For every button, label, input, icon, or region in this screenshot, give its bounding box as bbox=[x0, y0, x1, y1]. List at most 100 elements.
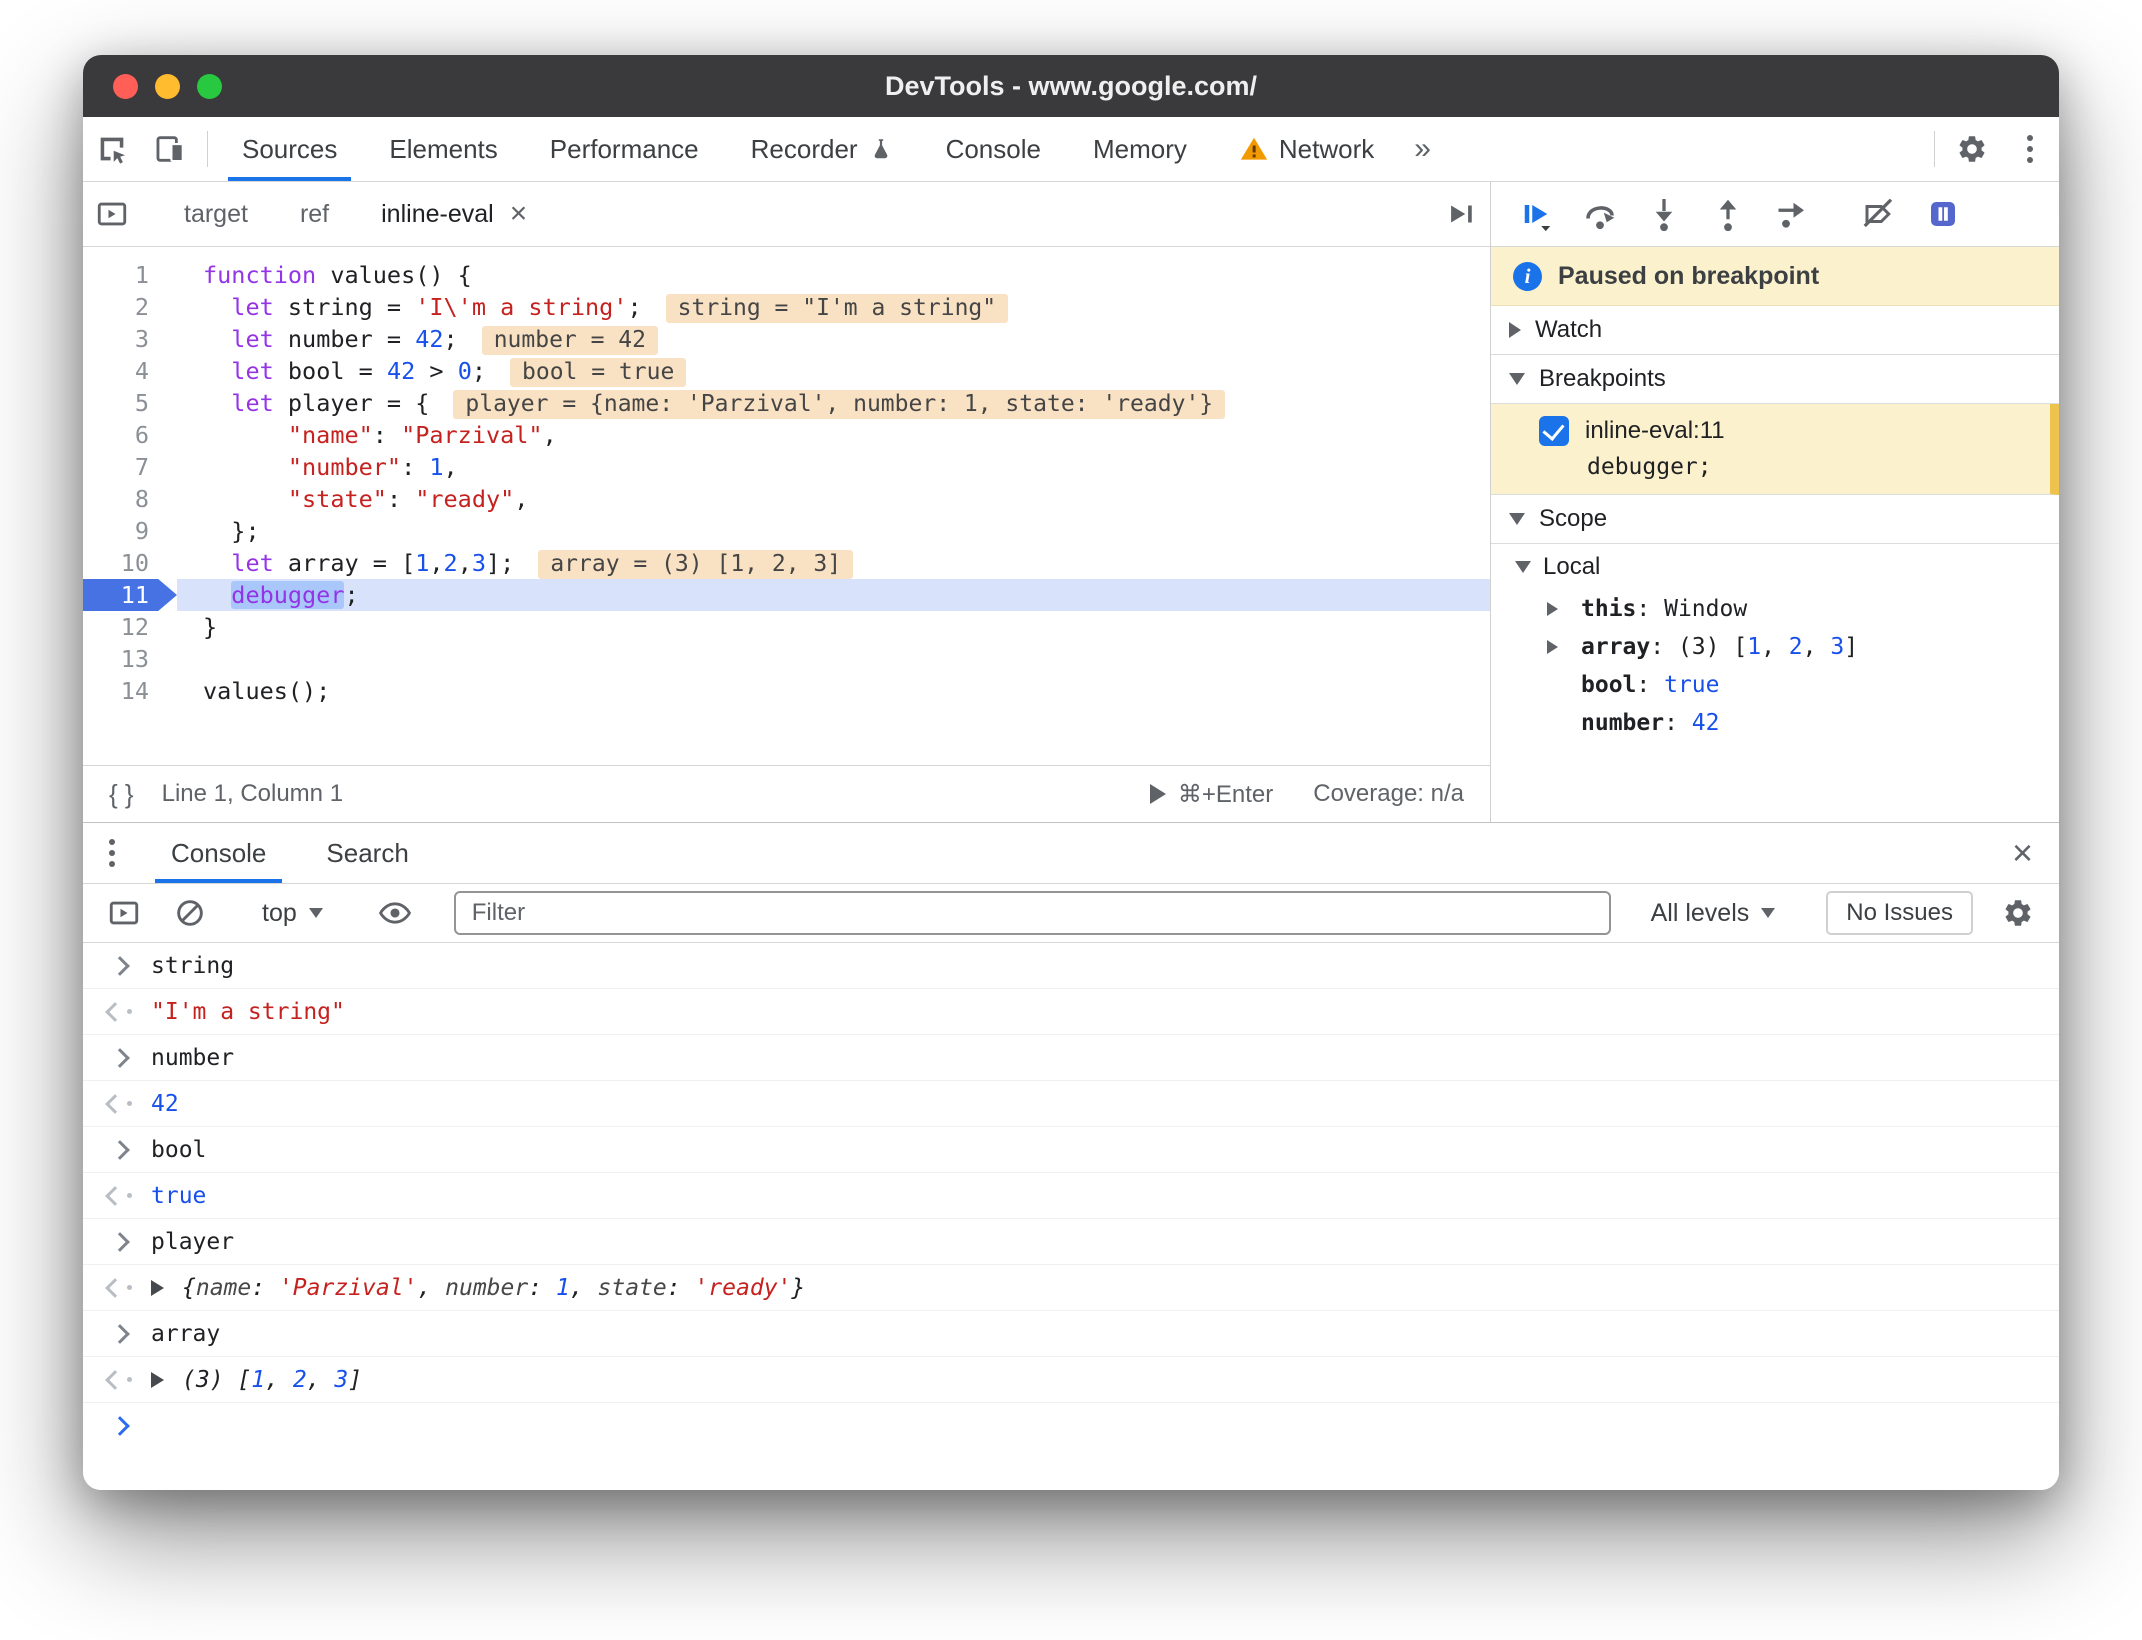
line-number[interactable]: 8 bbox=[83, 483, 177, 515]
console-command: string bbox=[83, 943, 2059, 989]
issues-counter[interactable]: No Issues bbox=[1826, 891, 1973, 935]
inline-eval-widget: string = "I'm a string" bbox=[665, 294, 1009, 323]
more-options-icon[interactable] bbox=[2001, 117, 2059, 181]
code-line[interactable]: 13 bbox=[83, 643, 1490, 675]
tab-sources[interactable]: Sources bbox=[228, 117, 352, 181]
execution-context-selector[interactable]: top bbox=[252, 899, 333, 928]
code-line[interactable]: 4 let bool = 42 > 0; bool = true bbox=[83, 355, 1490, 387]
drawer-menu-icon[interactable] bbox=[83, 839, 141, 867]
tab-sources-label: Sources bbox=[242, 133, 338, 164]
format-braces-icon[interactable]: { } bbox=[109, 779, 134, 810]
console-result-array: (3) [1, 2, 3] bbox=[83, 1357, 2059, 1403]
inspect-element-icon[interactable] bbox=[83, 117, 141, 181]
code-line-paused[interactable]: 11 debugger; bbox=[83, 579, 1490, 611]
drawer-tab-search[interactable]: Search bbox=[310, 823, 424, 883]
code-line[interactable]: 3 let number = 42; number = 42 bbox=[83, 323, 1490, 355]
device-toolbar-icon[interactable] bbox=[141, 117, 199, 181]
scope-entry-this[interactable]: this: Window bbox=[1491, 590, 2059, 628]
code-line[interactable]: 6 "name": "Parzival", bbox=[83, 419, 1490, 451]
code-line[interactable]: 8 "state": "ready", bbox=[83, 483, 1490, 515]
line-number[interactable]: 1 bbox=[83, 259, 177, 291]
breakpoint-checkbox[interactable] bbox=[1539, 416, 1569, 446]
scope-section-header[interactable]: Scope bbox=[1491, 495, 2059, 544]
run-shortcut: ⌘+Enter bbox=[1149, 780, 1273, 809]
pause-on-exceptions-icon[interactable] bbox=[1914, 188, 1972, 240]
tab-memory[interactable]: Memory bbox=[1079, 117, 1201, 181]
deactivate-breakpoints-icon[interactable] bbox=[1850, 188, 1908, 240]
editor-pane: target ref inline-eval × 1function value… bbox=[83, 182, 1490, 822]
expand-icon[interactable] bbox=[1547, 640, 1558, 654]
filter-input[interactable] bbox=[453, 891, 1611, 935]
resume-script-icon[interactable] bbox=[1507, 188, 1565, 240]
drawer-tab-console-label: Console bbox=[171, 837, 267, 868]
tab-performance[interactable]: Performance bbox=[536, 117, 713, 181]
code-line[interactable]: 14 values(); bbox=[83, 675, 1490, 707]
scope-local-header[interactable]: Local bbox=[1491, 544, 2059, 590]
code-editor[interactable]: 1 function values() { 2 let string = 'I\'… bbox=[83, 247, 1490, 765]
close-drawer-icon[interactable]: × bbox=[2012, 832, 2033, 874]
tab-network[interactable]: Network bbox=[1225, 117, 1388, 181]
breakpoint-entry[interactable]: inline-eval:11 debugger; bbox=[1491, 404, 2059, 495]
line-number[interactable]: 5 bbox=[83, 387, 177, 419]
expand-object-icon[interactable] bbox=[151, 1279, 164, 1296]
live-expression-eye-icon[interactable] bbox=[366, 896, 424, 930]
tab-recorder[interactable]: Recorder bbox=[737, 117, 908, 181]
editor-status-bar: { } Line 1, Column 1 ⌘+Enter Coverage: n… bbox=[83, 765, 1490, 822]
minimize-window-button[interactable] bbox=[155, 73, 180, 99]
line-number[interactable]: 10 bbox=[83, 547, 177, 579]
line-number[interactable]: 6 bbox=[83, 419, 177, 451]
main-toolbar: Sources Elements Performance Recorder Co… bbox=[83, 117, 2059, 182]
log-levels-selector[interactable]: All levels bbox=[1641, 899, 1786, 928]
tab-elements[interactable]: Elements bbox=[375, 117, 511, 181]
tab-performance-label: Performance bbox=[549, 133, 699, 164]
breakpoint-location[interactable]: inline-eval:11 bbox=[1585, 417, 1725, 445]
expand-icon[interactable] bbox=[1547, 602, 1558, 616]
watch-section-header[interactable]: Watch bbox=[1491, 306, 2059, 355]
line-number[interactable]: 2 bbox=[83, 291, 177, 323]
code-line[interactable]: 10 let array = [1,2,3]; array = (3) [1, 2… bbox=[83, 547, 1490, 579]
file-tab-label: inline-eval bbox=[381, 199, 494, 228]
run-icon bbox=[1149, 784, 1166, 804]
sources-panel: target ref inline-eval × 1function value… bbox=[83, 182, 2059, 822]
clear-console-icon[interactable] bbox=[161, 897, 219, 929]
code-line[interactable]: 5 let player = {player = {name: 'Parziva… bbox=[83, 387, 1490, 419]
line-number[interactable]: 4 bbox=[83, 355, 177, 387]
tab-console[interactable]: Console bbox=[932, 117, 1055, 181]
console-settings-gear-icon[interactable] bbox=[1989, 897, 2047, 929]
line-number[interactable]: 14 bbox=[83, 675, 177, 707]
step-icon[interactable] bbox=[1763, 188, 1821, 240]
settings-gear-icon[interactable] bbox=[1943, 117, 2001, 181]
file-tab-target[interactable]: target bbox=[158, 182, 274, 246]
console-prompt[interactable] bbox=[83, 1403, 2059, 1448]
show-navigator-icon[interactable] bbox=[83, 197, 141, 231]
code-line[interactable]: 12} bbox=[83, 611, 1490, 643]
file-tab-inline-eval[interactable]: inline-eval × bbox=[355, 182, 553, 246]
line-number[interactable]: 12 bbox=[83, 611, 177, 643]
devtools-window: DevTools - www.google.com/ Sources Eleme… bbox=[83, 55, 2059, 1490]
step-into-icon[interactable] bbox=[1635, 188, 1693, 240]
code-line[interactable]: 1 function values() { bbox=[83, 259, 1490, 291]
panel-toggle-icon[interactable] bbox=[1432, 197, 1490, 231]
close-window-button[interactable] bbox=[113, 73, 138, 99]
close-file-tab-icon[interactable]: × bbox=[510, 199, 528, 229]
watch-label: Watch bbox=[1535, 316, 1603, 343]
more-tabs-icon[interactable]: » bbox=[1400, 117, 1445, 181]
code-line[interactable]: 2 let string = 'I\'m a string'; string = … bbox=[83, 291, 1490, 323]
breakpoints-section-header[interactable]: Breakpoints bbox=[1491, 355, 2059, 404]
expand-array-icon[interactable] bbox=[151, 1371, 164, 1388]
line-number[interactable]: 13 bbox=[83, 643, 177, 675]
code-line[interactable]: 9 }; bbox=[83, 515, 1490, 547]
line-number[interactable]: 3 bbox=[83, 323, 177, 355]
zoom-window-button[interactable] bbox=[197, 73, 222, 99]
step-out-icon[interactable] bbox=[1699, 188, 1757, 240]
drawer-tab-console[interactable]: Console bbox=[155, 823, 283, 883]
code-line[interactable]: 7 "number": 1, bbox=[83, 451, 1490, 483]
file-tab-ref[interactable]: ref bbox=[274, 182, 355, 246]
line-number[interactable]: 7 bbox=[83, 451, 177, 483]
breakpoints-label: Breakpoints bbox=[1539, 365, 1666, 392]
scope-entry-array[interactable]: array: (3) [1, 2, 3] bbox=[1491, 628, 2059, 666]
step-over-icon[interactable] bbox=[1571, 188, 1629, 240]
show-console-sidebar-icon[interactable] bbox=[95, 896, 153, 930]
execution-line-marker[interactable]: 11 bbox=[83, 579, 177, 611]
line-number[interactable]: 9 bbox=[83, 515, 177, 547]
